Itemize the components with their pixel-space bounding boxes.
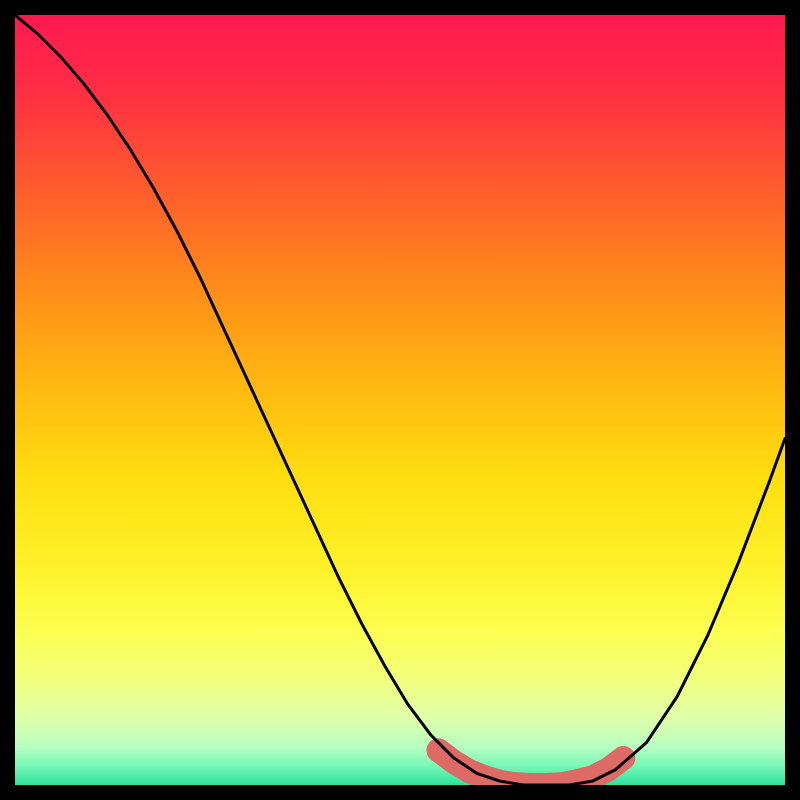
chart-frame: TheBottleneck.com: [15, 15, 785, 785]
background-gradient: [15, 15, 785, 785]
